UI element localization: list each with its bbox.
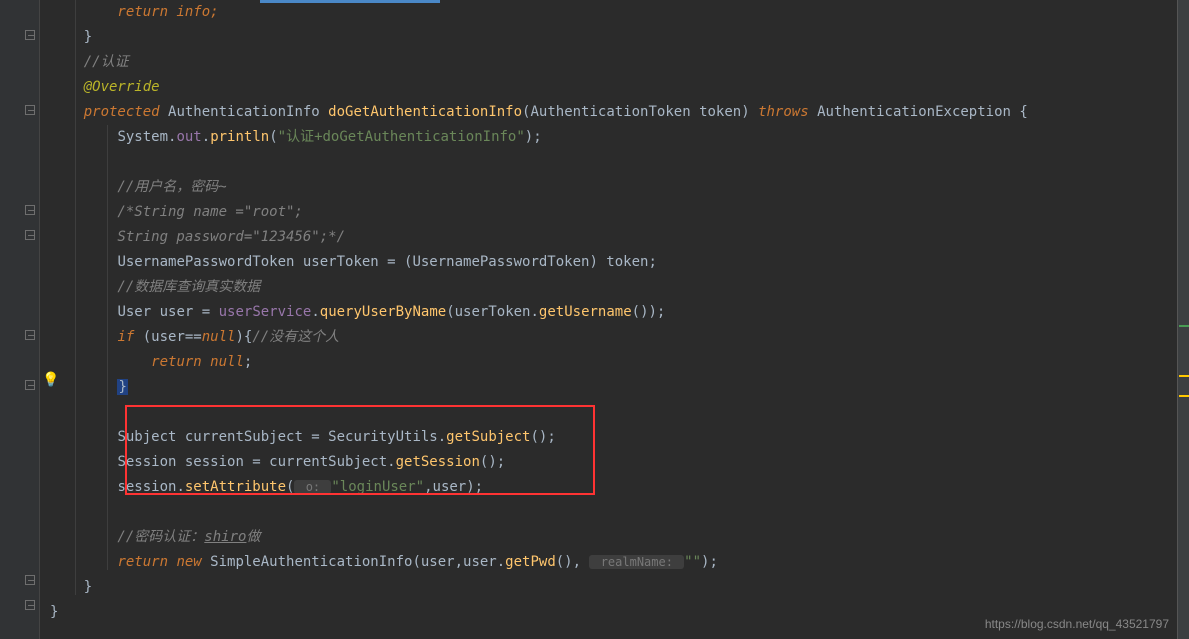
fold-marker[interactable]	[0, 25, 39, 45]
fold-marker[interactable]	[0, 100, 39, 120]
code-line[interactable]: }	[50, 25, 1167, 50]
code-line[interactable]: //数据库查询真实数据	[50, 275, 1167, 300]
code-line[interactable]: }	[50, 575, 1167, 600]
code-line[interactable]: }	[50, 375, 1167, 400]
fold-marker[interactable]	[0, 595, 39, 615]
code-line[interactable]: if (user==null){//没有这个人	[50, 325, 1167, 350]
code-line[interactable]: //密码认证：shiro做	[50, 525, 1167, 550]
cursor-position: }	[117, 379, 127, 395]
param-hint: o:	[294, 480, 331, 494]
marker[interactable]	[1179, 395, 1189, 397]
fold-marker[interactable]	[0, 200, 39, 220]
code-line[interactable]: return new SimpleAuthenticationInfo(user…	[50, 550, 1167, 575]
code-line[interactable]: UsernamePasswordToken userToken = (Usern…	[50, 250, 1167, 275]
code-line[interactable]: return info;	[50, 0, 1167, 25]
code-line[interactable]: Subject currentSubject = SecurityUtils.g…	[50, 425, 1167, 450]
code-line[interactable]: protected AuthenticationInfo doGetAuthen…	[50, 100, 1167, 125]
code-area[interactable]: return info; } //认证 @Override protected …	[40, 0, 1177, 639]
code-line[interactable]: return null;	[50, 350, 1167, 375]
code-line[interactable]: /*String name ="root";	[50, 200, 1167, 225]
editor-gutter[interactable]: 💡	[0, 0, 40, 639]
fold-marker[interactable]	[0, 570, 39, 590]
marker[interactable]	[1179, 325, 1189, 327]
code-line[interactable]: System.out.println("认证+doGetAuthenticati…	[50, 125, 1167, 150]
code-line[interactable]	[50, 500, 1167, 525]
scrollbar-markers[interactable]	[1177, 0, 1189, 639]
indent-guide	[75, 0, 76, 595]
param-hint: realmName:	[589, 555, 684, 569]
code-line[interactable]	[50, 400, 1167, 425]
code-line[interactable]	[50, 150, 1167, 175]
fold-marker[interactable]	[0, 225, 39, 245]
code-line[interactable]: Session session = currentSubject.getSess…	[50, 450, 1167, 475]
code-line[interactable]: session.setAttribute( o: "loginUser",use…	[50, 475, 1167, 500]
fold-marker[interactable]	[0, 325, 39, 345]
code-line[interactable]: @Override	[50, 75, 1167, 100]
code-line[interactable]: String password="123456";*/	[50, 225, 1167, 250]
code-line[interactable]: //用户名，密码~	[50, 175, 1167, 200]
watermark-text: https://blog.csdn.net/qq_43521797	[985, 617, 1169, 631]
indent-guide	[107, 125, 108, 570]
code-line[interactable]: User user = userService.queryUserByName(…	[50, 300, 1167, 325]
code-line[interactable]: //认证	[50, 50, 1167, 75]
code-editor[interactable]: 💡 return info; } //认证 @Override protecte…	[0, 0, 1189, 639]
marker[interactable]	[1179, 375, 1189, 377]
fold-marker[interactable]	[0, 375, 39, 395]
